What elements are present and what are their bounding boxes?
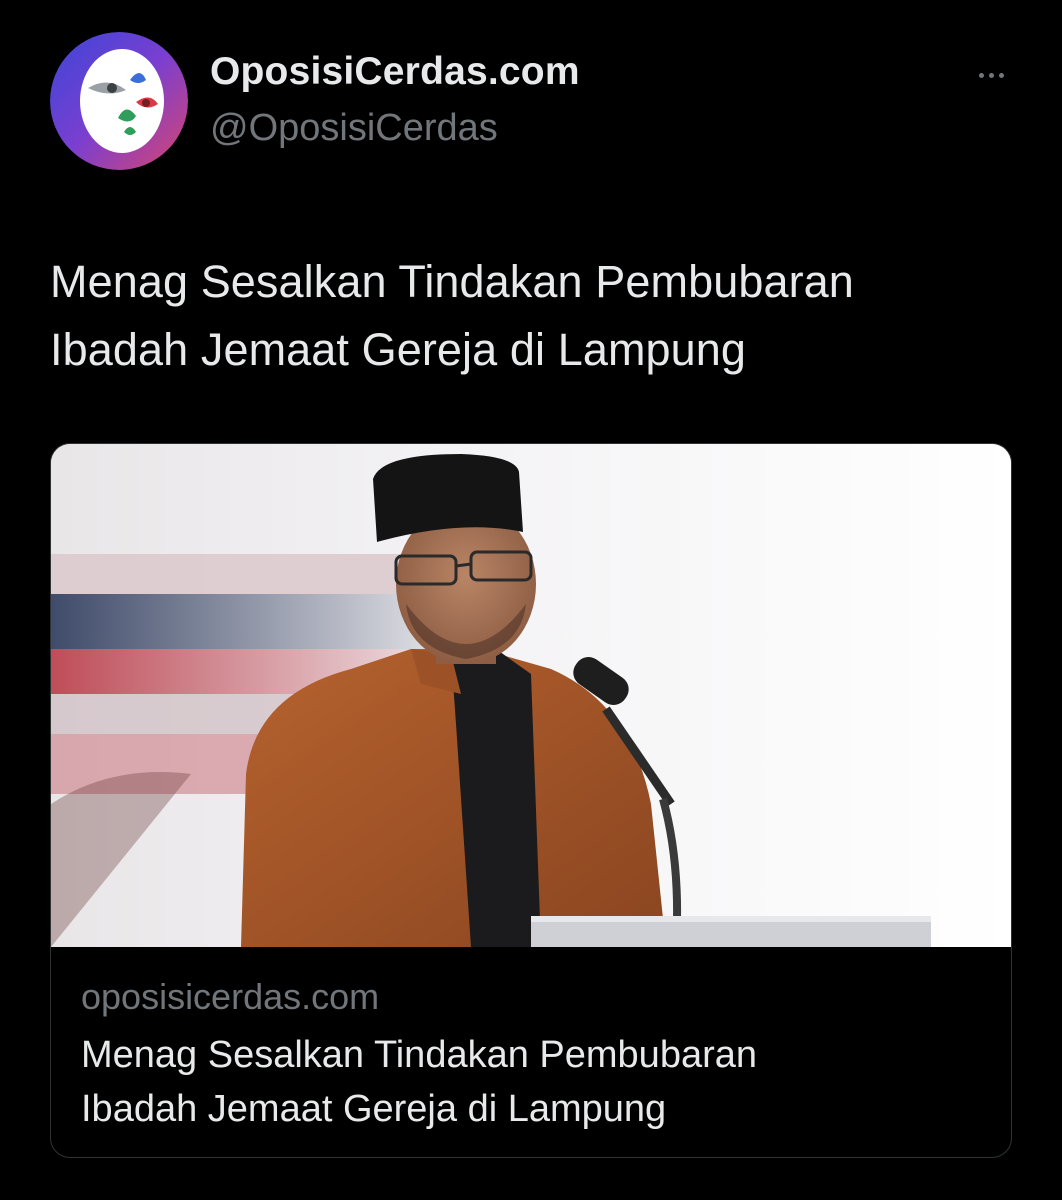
link-card-title-line-1: Menag Sesalkan Tindakan Pembubaran xyxy=(81,1034,758,1076)
link-card[interactable]: oposisicerdas.com Menag Sesalkan Tindaka… xyxy=(50,443,1012,1158)
oposisicerdas-logo-icon xyxy=(50,32,188,170)
link-card-image[interactable] xyxy=(51,444,1011,947)
more-horizontal-icon xyxy=(976,72,1006,78)
tweet-text-line-2: Ibadah Jemaat Gereja di Lampung xyxy=(50,324,747,375)
speaker-photo xyxy=(51,444,1011,947)
link-card-domain: oposisicerdas.com xyxy=(81,976,380,1017)
tweet-text: Menag Sesalkan Tindakan Pembubaran Ibada… xyxy=(50,248,1010,384)
link-card-title: Menag Sesalkan Tindakan Pembubaran Ibada… xyxy=(81,1028,981,1136)
avatar[interactable] xyxy=(50,32,188,170)
more-options-button[interactable] xyxy=(966,60,1016,90)
link-card-title-line-2: Ibadah Jemaat Gereja di Lampung xyxy=(81,1088,667,1130)
author-handle[interactable]: @OposisiCerdas xyxy=(210,107,498,150)
tweet-text-line-1: Menag Sesalkan Tindakan Pembubaran xyxy=(50,256,854,307)
author-display-name[interactable]: OposisiCerdas.com xyxy=(210,50,580,94)
tweet: OposisiCerdas.com @OposisiCerdas Menag S… xyxy=(0,0,1062,1200)
